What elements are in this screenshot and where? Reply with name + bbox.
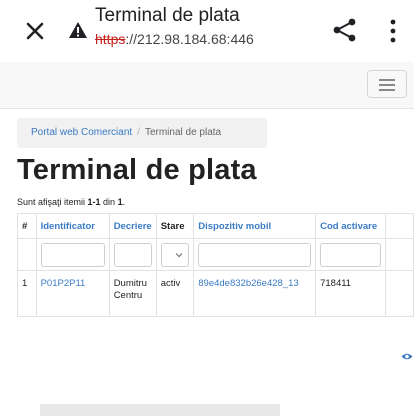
sort-cod-link[interactable]: Cod activare	[320, 221, 377, 232]
warning-icon	[69, 22, 87, 38]
cell-dispozitiv: 89e4de832b26e428_13	[193, 270, 317, 317]
cell-cod: 718411	[315, 270, 386, 317]
filter-cell	[315, 238, 386, 271]
table-row: 1 P01P2P11 Dumitru Centru activ 89e4de83…	[17, 270, 414, 317]
filter-cell	[193, 238, 317, 271]
url-host: ://212.98.184.68:446	[125, 31, 254, 47]
web-page: Portal web Comerciant / Terminal de plata …	[0, 62, 414, 416]
summary-prefix: Sunt afişaţi itemii	[17, 197, 88, 207]
cod-filter-input[interactable]	[320, 242, 381, 267]
page-title: Terminal de plata	[17, 154, 257, 186]
summary-range: 1-1	[87, 197, 101, 207]
dispozitiv-filter-input[interactable]	[198, 242, 312, 267]
identificator-filter-input[interactable]	[40, 242, 105, 267]
header-descriere[interactable]: Decriere	[108, 213, 157, 239]
eye-icon[interactable]	[401, 352, 413, 361]
browser-page-title: Terminal de plata	[95, 5, 240, 26]
results-summary: Sunt afişaţi itemii 1-1 din 1.	[17, 197, 125, 207]
breadcrumb-home-link[interactable]: Portal web Comerciant	[31, 127, 132, 138]
breadcrumb-separator: /	[137, 127, 140, 138]
header-dispozitiv[interactable]: Dispozitiv mobil	[193, 213, 317, 239]
hamburger-icon	[379, 89, 395, 91]
sort-dispozitiv-link[interactable]: Dispozitiv mobil	[198, 221, 271, 232]
filter-row	[17, 238, 414, 271]
descriere-filter-input[interactable]	[113, 242, 152, 267]
hamburger-icon	[379, 79, 395, 81]
header-identificator[interactable]: Identificator	[35, 213, 110, 239]
summary-end: .	[122, 197, 126, 207]
sort-identificator-link[interactable]: Identificator	[41, 221, 95, 232]
header-stare: Stare	[155, 213, 195, 239]
more-vert-icon[interactable]	[384, 18, 402, 44]
filter-cell	[155, 238, 195, 271]
navbar-toggle-button[interactable]	[367, 70, 407, 98]
breadcrumb-current: Terminal de plata	[144, 127, 222, 138]
cell-stare: activ	[155, 270, 195, 317]
dispozitiv-link[interactable]: 89e4de832b26e428_13	[198, 278, 298, 289]
share-icon[interactable]	[332, 17, 358, 43]
cell-descriere: Dumitru Centru	[108, 270, 157, 317]
sort-descriere-link[interactable]: Decriere	[114, 221, 152, 232]
site-navbar	[0, 62, 414, 109]
filter-cell	[108, 238, 157, 271]
cell-identificator: P01P2P11	[35, 270, 110, 317]
cell-actions	[384, 270, 414, 317]
identificator-link[interactable]: P01P2P11	[41, 278, 86, 289]
browser-url[interactable]: https://212.98.184.68:446	[95, 31, 254, 47]
summary-mid: din	[100, 197, 118, 207]
cell-index: 1	[17, 270, 37, 317]
bottom-bar-edge	[40, 404, 280, 416]
stare-filter-select[interactable]	[160, 242, 190, 267]
table-header-row: # Identificator Decriere Stare Dispoziti…	[17, 213, 414, 239]
hamburger-icon	[379, 84, 395, 86]
header-cod-activare[interactable]: Cod activare	[315, 213, 386, 239]
url-scheme: https	[95, 31, 126, 47]
close-icon[interactable]	[18, 14, 52, 48]
browser-toolbar: Terminal de plata https://212.98.184.68:…	[0, 0, 414, 62]
chevron-down-icon	[175, 252, 183, 257]
filter-cell	[35, 238, 110, 271]
header-index: #	[17, 213, 37, 239]
breadcrumb: Portal web Comerciant / Terminal de plata	[17, 118, 267, 148]
filter-cell-empty	[384, 238, 414, 271]
terminals-table: # Identificator Decriere Stare Dispoziti…	[17, 213, 414, 317]
filter-cell-empty	[17, 238, 37, 271]
header-actions	[384, 213, 414, 239]
